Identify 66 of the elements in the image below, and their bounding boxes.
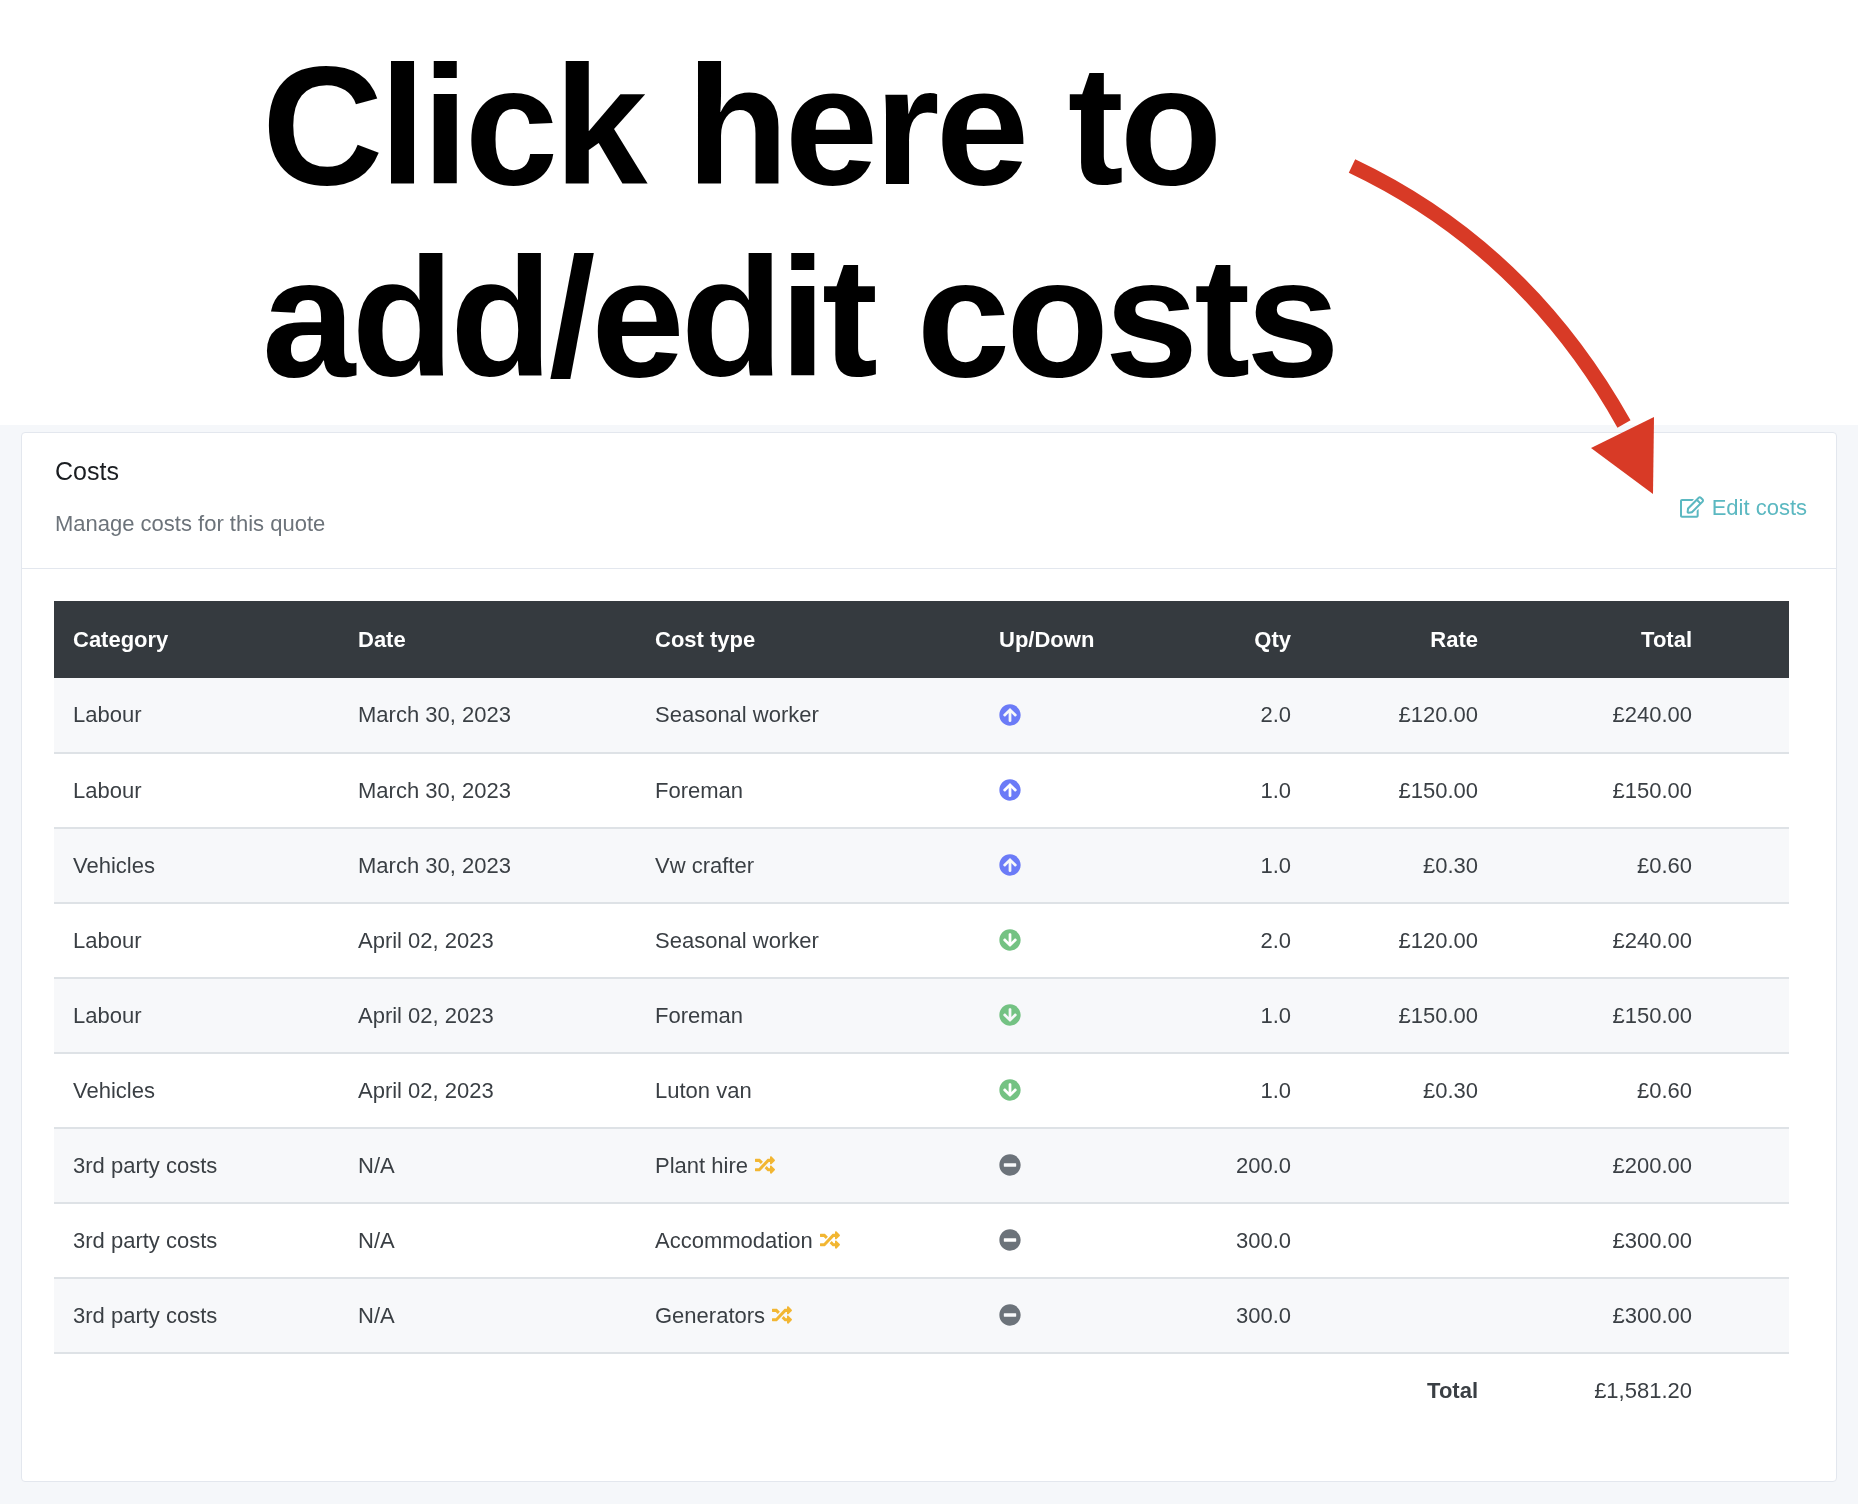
column-header: Qty [1180, 600, 1310, 678]
table-cell: 3rd party costs [54, 1127, 339, 1203]
column-header: Category [54, 600, 339, 678]
table-cell: April 02, 2023 [339, 902, 636, 978]
table-cell-text: Plant hire [655, 1151, 748, 1180]
column-header: Date [339, 600, 636, 678]
column-header: Rate [1310, 600, 1497, 678]
table-cell: March 30, 2023 [339, 752, 636, 828]
table-cell: N/A [339, 1202, 636, 1278]
table-cell: 1.0 [1180, 1052, 1310, 1128]
table-cell: 300.0 [1180, 1202, 1310, 1278]
table-cell: £150.00 [1310, 977, 1497, 1053]
table-cell: Labour [54, 977, 339, 1053]
table-cell-text: Luton van [655, 1076, 752, 1105]
table-cell: N/A [339, 1127, 636, 1203]
table-cell: 300.0 [1180, 1277, 1310, 1353]
table-cell: 3rd party costs [54, 1277, 339, 1353]
table-cell: £150.00 [1497, 752, 1711, 828]
table-cell-text: Foreman [655, 776, 744, 805]
table-cell: £150.00 [1310, 752, 1497, 828]
table-cell: 1.0 [1180, 827, 1310, 903]
card-title: Costs [55, 456, 120, 487]
total-label: Total [1310, 1352, 1497, 1427]
table-cell: £300.00 [1497, 1277, 1711, 1353]
table-cell-text: Accommodation [655, 1226, 813, 1255]
table-cell-text: Seasonal worker [655, 926, 819, 955]
table-cell: April 02, 2023 [339, 977, 636, 1053]
table-cell: 2.0 [1180, 677, 1310, 753]
edit-icon [1679, 495, 1704, 519]
card-subtitle: Manage costs for this quote [55, 509, 326, 538]
callout-heading: Click here to [262, 31, 1219, 222]
table-cell: 3rd party costs [54, 1202, 339, 1278]
table-cell: March 30, 2023 [339, 677, 636, 753]
table-cell: April 02, 2023 [339, 1052, 636, 1128]
table-cell: 2.0 [1180, 902, 1310, 978]
table-cell: £0.30 [1310, 1052, 1497, 1128]
table-cell: 1.0 [1180, 977, 1310, 1053]
table-cell: £120.00 [1310, 902, 1497, 978]
table-cell-text: Vw crafter [655, 851, 755, 880]
table-cell: Labour [54, 902, 339, 978]
table-cell: Vehicles [54, 1052, 339, 1128]
table-cell-text: Seasonal worker [655, 701, 819, 729]
column-header: Cost type [636, 600, 980, 678]
table-cell: Vehicles [54, 827, 339, 903]
table-cell: £300.00 [1497, 1202, 1711, 1278]
table-cell: 200.0 [1180, 1127, 1310, 1203]
table-cell: £200.00 [1497, 1127, 1711, 1203]
table-cell: £0.60 [1497, 827, 1711, 903]
table-cell: £240.00 [1497, 677, 1711, 753]
table-cell: £0.30 [1310, 827, 1497, 903]
table-cell: March 30, 2023 [339, 827, 636, 903]
table-cell-text: Generators [655, 1301, 766, 1330]
table-cell: £120.00 [1310, 677, 1497, 753]
grand-total: £1,581.20 [1497, 1352, 1711, 1427]
table-cell-text: Foreman [655, 1001, 744, 1030]
column-header: Total [1497, 600, 1711, 678]
table-cell: £0.60 [1497, 1052, 1711, 1128]
edit-costs-link[interactable]: Edit costs [1679, 490, 1807, 524]
column-header: Up/Down [980, 600, 1180, 678]
table-cell: £150.00 [1497, 977, 1711, 1053]
table-cell: 1.0 [1180, 752, 1310, 828]
table-cell: N/A [339, 1277, 636, 1353]
table-cell: £240.00 [1497, 902, 1711, 978]
table-cell: Labour [54, 677, 339, 753]
table-cell: Labour [54, 752, 339, 828]
callout-heading: add/edit costs [262, 223, 1336, 414]
